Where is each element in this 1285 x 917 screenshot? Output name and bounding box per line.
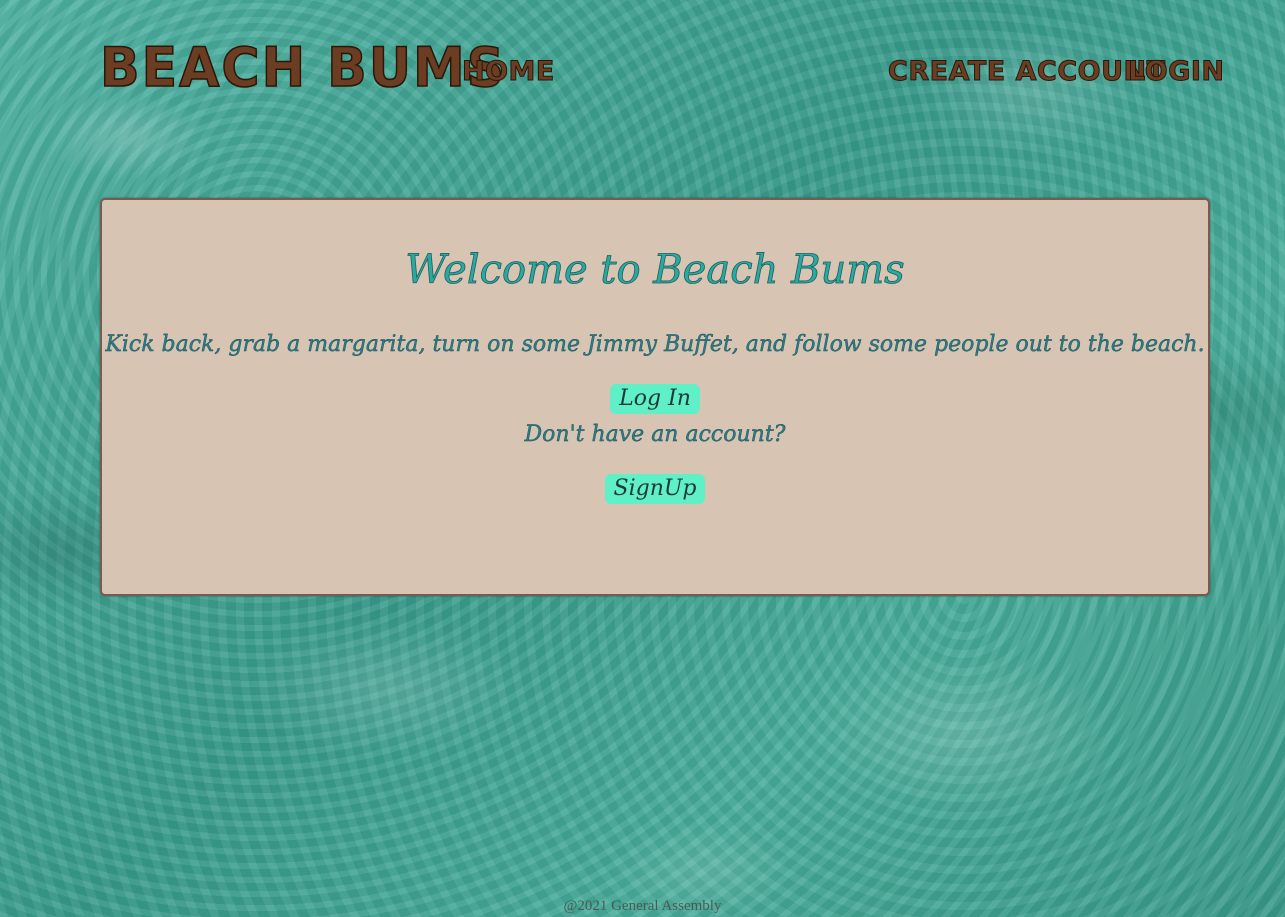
page-title: Welcome to Beach Bums [405, 247, 905, 293]
welcome-card: Welcome to Beach Bums Kick back, grab a … [100, 198, 1210, 596]
no-account-text: Don't have an account? [524, 422, 786, 447]
login-button[interactable]: Log In [610, 384, 700, 414]
site-header: BEACH BUMS HOME CREATE ACCOUNT LOGIN [0, 0, 1285, 140]
nav-login-link[interactable]: LOGIN [1128, 58, 1225, 86]
tagline-text: Kick back, grab a margarita, turn on som… [105, 332, 1205, 357]
signup-button[interactable]: SignUp [605, 474, 705, 504]
site-logo[interactable]: BEACH BUMS [99, 40, 506, 96]
footer-copyright: @2021 General Assembly [563, 898, 722, 914]
nav-home-link[interactable]: HOME [462, 58, 555, 86]
nav-create-account-link[interactable]: CREATE ACCOUNT [888, 58, 1166, 86]
